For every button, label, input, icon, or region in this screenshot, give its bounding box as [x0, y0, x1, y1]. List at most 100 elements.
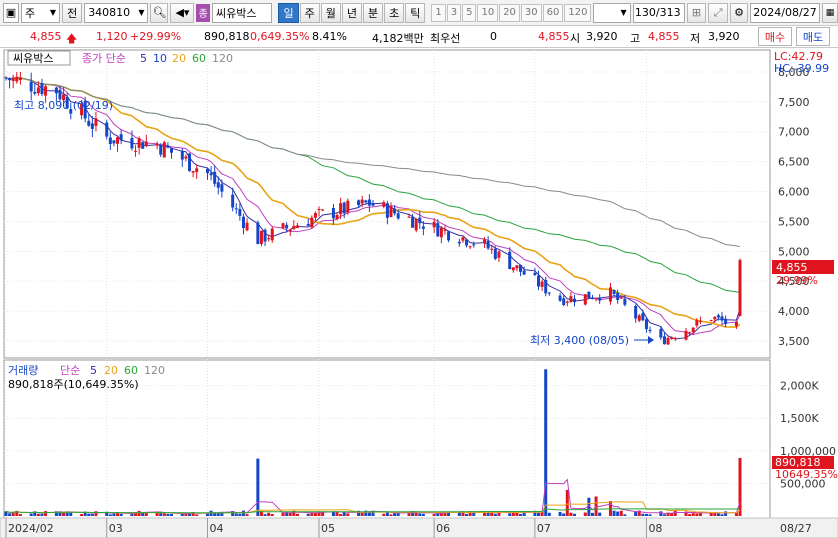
open-label: 시: [570, 32, 581, 45]
gear-icon[interactable]: ⚙: [730, 2, 748, 23]
price-candle: [36, 87, 40, 94]
stock-name-field[interactable]: 씨유박스: [212, 2, 273, 23]
price-candle: [443, 229, 447, 231]
price-candle: [295, 225, 299, 228]
period-button[interactable]: 주: [299, 2, 320, 23]
period-button[interactable]: 년: [341, 2, 362, 23]
price-candle: [213, 171, 217, 184]
price-candle: [670, 337, 674, 340]
volume-bar: [80, 514, 84, 516]
price-candle: [263, 229, 267, 242]
interval-custom-select[interactable]: ▼: [593, 2, 631, 23]
price-candle: [734, 321, 738, 327]
interval-button[interactable]: 1: [431, 3, 446, 22]
price-candle: [594, 298, 598, 300]
ma20-legend: 20: [172, 52, 186, 65]
price-candle: [414, 218, 418, 231]
high-label: 고: [630, 32, 641, 45]
price-candle: [644, 319, 648, 330]
price-candle: [137, 138, 141, 148]
broker-label: 최우선: [430, 32, 461, 45]
ask-price: 4,855: [538, 30, 570, 43]
view-count-field[interactable]: 130/313: [632, 2, 685, 23]
period-button[interactable]: 분: [362, 2, 384, 23]
price-candle: [371, 203, 375, 206]
price-candle: [166, 145, 170, 148]
price-candle: [461, 237, 465, 241]
date-field[interactable]: 2024/08/27: [750, 2, 820, 23]
price-candle: [130, 137, 134, 149]
period-button[interactable]: 일: [278, 2, 299, 23]
price-candle: [292, 226, 296, 230]
vol-ma120-legend: 120: [144, 364, 165, 377]
price-candle: [195, 168, 199, 173]
interval-button[interactable]: 5: [462, 3, 477, 22]
price-tick-label: 7,500: [778, 96, 810, 109]
volume-bar: [590, 512, 594, 516]
interval-button[interactable]: 20: [499, 3, 520, 22]
high-value: 4,855: [648, 30, 680, 43]
price-candle: [688, 332, 692, 334]
current-pct-tag: 29.99%: [776, 274, 818, 287]
stock-code-input[interactable]: 340810 ▼: [84, 2, 149, 23]
interval-button[interactable]: 30: [520, 3, 542, 22]
volume-bar: [108, 514, 112, 516]
interval-button[interactable]: 120: [564, 3, 592, 22]
grid-icon[interactable]: ⊞: [686, 2, 707, 23]
price-candle: [533, 272, 537, 275]
period-button[interactable]: 초: [384, 2, 405, 23]
period-button[interactable]: 월: [320, 2, 341, 23]
price-tick-label: 5,500: [778, 215, 810, 228]
period-button[interactable]: 틱: [405, 2, 426, 23]
price-candle: [716, 315, 720, 318]
price-candle: [537, 275, 541, 287]
price-candle: [191, 171, 195, 173]
price-candle: [432, 221, 436, 228]
volume-bar: [112, 513, 116, 516]
x-tick-label: 08: [648, 522, 662, 535]
chart-toggle-icon[interactable]: ⤢: [708, 2, 728, 23]
speaker-icon[interactable]: ◀▾: [170, 2, 195, 23]
volume-bar: [720, 514, 724, 516]
volume-bar: [547, 512, 551, 516]
price-chart[interactable]: 3,5004,0004,5005,0005,5006,0006,5007,000…: [0, 48, 838, 538]
price-candle: [572, 298, 576, 303]
volume-bar: [234, 513, 238, 516]
price-candle: [155, 143, 159, 146]
price-candle: [29, 81, 33, 92]
calendar-icon[interactable]: ▦: [822, 2, 838, 23]
volume-bar: [335, 511, 339, 516]
interval-button[interactable]: 3: [446, 3, 462, 22]
volume-bar: [245, 514, 249, 516]
x-axis-bar: [0, 517, 838, 538]
volume-bar: [90, 513, 94, 516]
price-candle: [608, 287, 612, 302]
chart-settings-icon[interactable]: ▣: [3, 2, 19, 23]
price-candle: [439, 227, 443, 238]
price-candle: [188, 153, 191, 172]
price-candle: [389, 206, 393, 218]
volume-bar: [519, 514, 523, 516]
volume-tick-label: 2,000K: [780, 380, 819, 393]
price-candle: [90, 123, 94, 129]
volume-bar: [159, 513, 163, 516]
x-tick-label: 07: [537, 522, 551, 535]
volume-bar: [486, 512, 490, 516]
period-buttons: 일주월년분초틱: [278, 2, 426, 23]
interval-button[interactable]: 60: [542, 3, 564, 22]
prefix-button[interactable]: 전: [62, 2, 83, 23]
price-candle: [465, 239, 469, 246]
volume-bar: [137, 510, 141, 516]
search-icon[interactable]: 🔍︎: [150, 2, 169, 23]
price-candle: [590, 298, 594, 300]
stock-badge: 종: [196, 3, 211, 22]
price-candle: [544, 279, 548, 294]
sell-button[interactable]: 매도: [796, 27, 830, 46]
buy-button[interactable]: 매수: [758, 27, 792, 46]
interval-button[interactable]: 10: [477, 3, 499, 22]
hc-label: HC:-39.99: [774, 62, 829, 75]
mode-select[interactable]: 주 ▼: [21, 2, 61, 23]
price-candle: [119, 134, 123, 141]
stock-code-value: 340810: [88, 6, 131, 19]
volume-bar: [641, 513, 645, 516]
